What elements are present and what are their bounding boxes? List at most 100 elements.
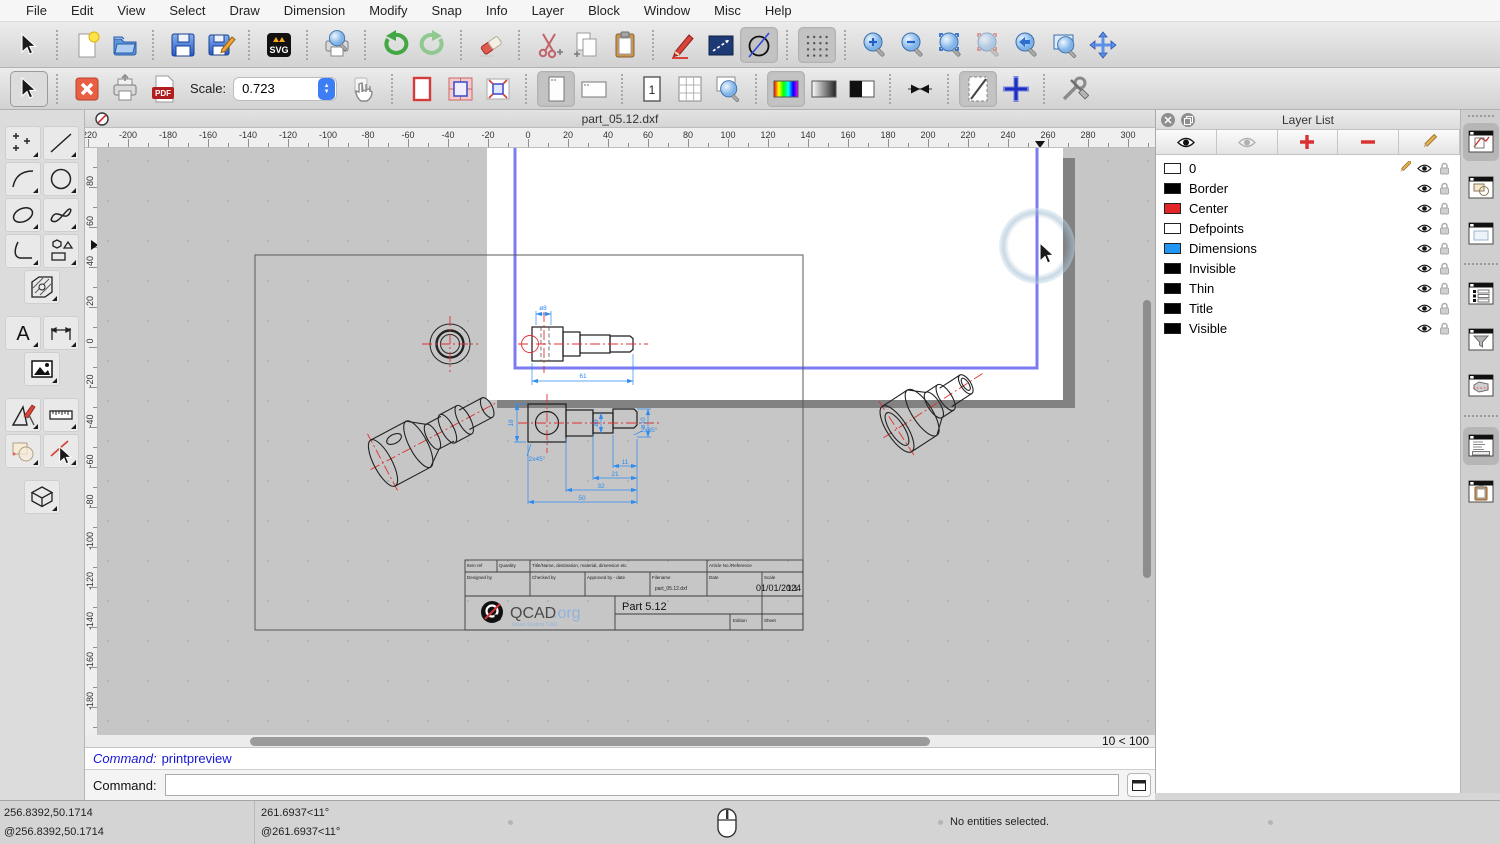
layer-visibility-eye-icon[interactable] <box>1414 263 1434 274</box>
layer-lock-icon[interactable] <box>1434 222 1454 235</box>
pan-button[interactable] <box>1084 27 1122 63</box>
layer-edit-pencil-icon[interactable] <box>1394 161 1414 175</box>
layer-row-defpoints[interactable]: Defpoints <box>1156 218 1460 238</box>
arc-tool-button[interactable] <box>5 162 41 196</box>
menu-item-misc[interactable]: Misc <box>702 3 753 18</box>
layer-visibility-eye-icon[interactable] <box>1414 223 1434 234</box>
layer-row-invisible[interactable]: Invisible <box>1156 258 1460 278</box>
layer-panel-titlebar[interactable]: Layer List <box>1156 110 1460 130</box>
remove-layer-button[interactable] <box>1338 130 1400 154</box>
layer-lock-icon[interactable] <box>1434 182 1454 195</box>
measure-tool-button[interactable] <box>43 398 79 432</box>
crosshair-button[interactable] <box>997 71 1035 107</box>
add-layer-button[interactable] <box>1277 130 1339 154</box>
delete-tool-button[interactable] <box>43 434 79 468</box>
line-tool-button[interactable] <box>43 126 79 160</box>
property-list-panel-icon[interactable] <box>1463 275 1499 313</box>
layer-visibility-eye-icon[interactable] <box>1414 163 1434 174</box>
menu-item-edit[interactable]: Edit <box>59 3 105 18</box>
shape-tool-button[interactable] <box>43 234 79 268</box>
menu-item-draw[interactable]: Draw <box>217 3 271 18</box>
undo-button[interactable] <box>376 27 414 63</box>
horizontal-scrollbar-track[interactable]: 10 < 100 <box>85 735 1155 748</box>
menu-item-snap[interactable]: Snap <box>420 3 474 18</box>
menu-item-info[interactable]: Info <box>474 3 520 18</box>
open-file-button[interactable] <box>106 27 144 63</box>
grid-pages-button[interactable] <box>671 71 709 107</box>
modify-tool-button[interactable] <box>5 434 41 468</box>
zoom-previous-button[interactable] <box>1008 27 1046 63</box>
menu-item-block[interactable]: Block <box>576 3 632 18</box>
redo-button[interactable] <box>414 27 452 63</box>
layer-visibility-eye-icon[interactable] <box>1414 203 1434 214</box>
panel-close-button[interactable] <box>1161 113 1175 127</box>
svg-export-button[interactable]: SVG <box>260 27 298 63</box>
multi-pages-button[interactable] <box>441 71 479 107</box>
cad-draw-tool-button[interactable] <box>5 398 41 432</box>
pdf-export-button[interactable]: PDF <box>144 71 182 107</box>
pp-select-arrow-button[interactable] <box>10 70 48 107</box>
save-button[interactable] <box>164 27 202 63</box>
selection-filter-panel-icon[interactable] <box>1463 321 1499 359</box>
zoom-window-button[interactable] <box>1046 27 1084 63</box>
layer-row-0[interactable]: 0 <box>1156 158 1460 178</box>
layer-row-center[interactable]: Center <box>1156 198 1460 218</box>
command-line-panel-icon[interactable] <box>1462 427 1499 465</box>
layer-row-thin[interactable]: Thin <box>1156 278 1460 298</box>
layer-visibility-eye-icon[interactable] <box>1414 183 1434 194</box>
menu-item-view[interactable]: View <box>105 3 157 18</box>
layer-lock-icon[interactable] <box>1434 302 1454 315</box>
black-white-button[interactable] <box>843 71 881 107</box>
zoom-in-button[interactable] <box>856 27 894 63</box>
polyline-tool-button[interactable] <box>5 234 41 268</box>
dimension-tool-button[interactable] <box>43 316 79 350</box>
layer-lock-icon[interactable] <box>1434 262 1454 275</box>
settings-button[interactable] <box>1055 71 1093 107</box>
scale-combobox[interactable]: ▲▼ <box>233 76 338 101</box>
show-all-layers-button[interactable] <box>1156 130 1217 154</box>
command-input[interactable] <box>164 774 1119 796</box>
document-tab[interactable]: part_05.12.dxf <box>85 110 1155 128</box>
menu-item-help[interactable]: Help <box>753 3 804 18</box>
draft-ellipse-button[interactable] <box>740 26 778 63</box>
layer-visibility-eye-icon[interactable] <box>1414 283 1434 294</box>
layer-visibility-eye-icon[interactable] <box>1414 243 1434 254</box>
new-file-button[interactable] <box>68 27 106 63</box>
command-panel-button[interactable] <box>1127 773 1151 797</box>
close-print-preview-button[interactable] <box>68 71 106 107</box>
ellipse-tool-button[interactable] <box>5 198 41 232</box>
layer-row-visible[interactable]: Visible <box>1156 318 1460 338</box>
cut-button[interactable] <box>530 27 568 63</box>
image-tool-button[interactable] <box>24 352 60 386</box>
view-list-panel-icon[interactable] <box>1463 215 1499 253</box>
menu-item-layer[interactable]: Layer <box>520 3 577 18</box>
erase-button[interactable] <box>472 27 510 63</box>
layer-row-dimensions[interactable]: Dimensions <box>1156 238 1460 258</box>
draw-pencil-button[interactable] <box>664 27 702 63</box>
landscape-button[interactable] <box>575 71 613 107</box>
solid-tool-button[interactable] <box>24 480 60 514</box>
scale-input[interactable] <box>234 77 315 100</box>
text-tool-button[interactable]: A <box>5 316 41 350</box>
layer-row-title[interactable]: Title <box>1156 298 1460 318</box>
menu-item-file[interactable]: File <box>14 3 59 18</box>
save-as-button[interactable] <box>202 27 240 63</box>
hide-all-layers-button[interactable] <box>1216 130 1278 154</box>
zoom-to-page-button[interactable] <box>709 71 747 107</box>
portrait-button[interactable] <box>537 70 576 107</box>
vertical-scrollbar[interactable] <box>1143 300 1151 578</box>
layer-visibility-eye-icon[interactable] <box>1414 323 1434 334</box>
move-paper-button[interactable] <box>345 71 383 107</box>
hairline-mode-button[interactable] <box>901 71 939 107</box>
auto-zoom-button[interactable] <box>932 27 970 63</box>
block-list-panel-icon[interactable] <box>1463 169 1499 207</box>
menu-item-window[interactable]: Window <box>632 3 702 18</box>
point-tool-button[interactable] <box>5 126 41 160</box>
paste-button[interactable] <box>606 27 644 63</box>
menu-item-dimension[interactable]: Dimension <box>272 3 357 18</box>
layer-lock-icon[interactable] <box>1434 162 1454 175</box>
layer-lock-icon[interactable] <box>1434 322 1454 335</box>
paper-borders-button[interactable] <box>403 71 441 107</box>
line-from-points-button[interactable] <box>702 27 740 63</box>
circle-tool-button[interactable] <box>43 162 79 196</box>
